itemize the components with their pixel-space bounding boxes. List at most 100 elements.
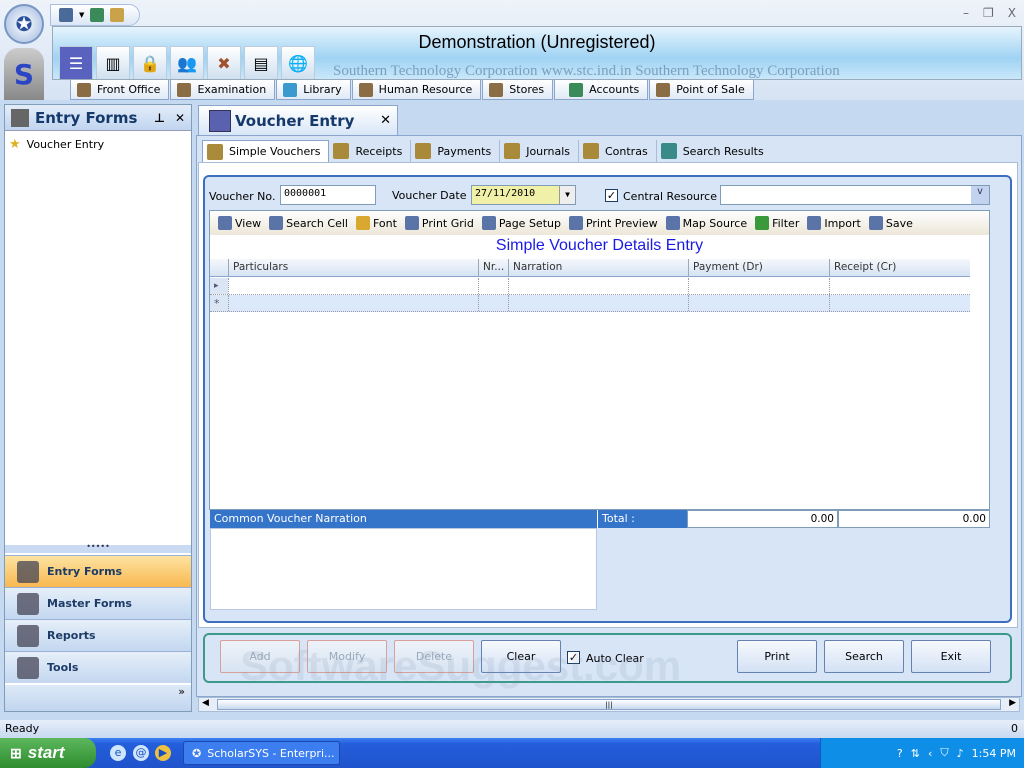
nav-entry-forms[interactable]: Entry Forms: [5, 555, 191, 587]
tab-contras[interactable]: Contras: [579, 140, 657, 162]
central-resource-select[interactable]: v: [720, 185, 990, 205]
internet-explorer-icon[interactable]: e: [110, 745, 126, 761]
tab-human-resource[interactable]: Human Resource: [351, 80, 482, 100]
auto-clear-checkbox[interactable]: ✓: [567, 651, 580, 664]
dropdown-button[interactable]: v: [971, 186, 989, 204]
column-receipt[interactable]: Receipt (Cr): [829, 259, 970, 276]
exit-button[interactable]: Exit: [911, 640, 991, 673]
picture-icon[interactable]: [90, 8, 105, 22]
view-button[interactable]: View: [218, 216, 261, 230]
documents-icon[interactable]: ▤: [244, 46, 278, 79]
library-icon[interactable]: ▥: [96, 46, 130, 79]
help-icon[interactable]: ?: [897, 747, 903, 760]
map-source-button[interactable]: Map Source: [665, 216, 747, 230]
close-icon[interactable]: ✕: [175, 111, 185, 125]
tab-accounts[interactable]: Accounts: [554, 80, 649, 100]
font-button[interactable]: Font: [355, 216, 397, 230]
page-setup-button[interactable]: Page Setup: [481, 216, 561, 230]
central-resource-checkbox[interactable]: ✓: [605, 189, 618, 202]
modify-button[interactable]: Modify: [307, 640, 387, 673]
tab-search-results[interactable]: Search Results: [657, 140, 772, 162]
form-icon[interactable]: ☰: [59, 46, 93, 79]
scroll-left-icon[interactable]: ◀: [202, 698, 209, 708]
taskbar-item-scholarsys[interactable]: ✪ ScholarSYS - Enterpri...: [183, 741, 340, 765]
grid-toolbar: View Search Cell Font Print Grid Page Se…: [210, 211, 989, 235]
tab-simple-vouchers[interactable]: Simple Vouchers: [202, 140, 330, 162]
tab-front-office[interactable]: Front Office: [70, 80, 170, 100]
column-payment[interactable]: Payment (Dr): [688, 259, 829, 276]
network-icon[interactable]: ⇅: [911, 747, 920, 760]
close-button[interactable]: X: [1008, 6, 1016, 20]
users-icon[interactable]: [110, 8, 125, 22]
tab-examination[interactable]: Examination: [170, 80, 276, 100]
nav-tools[interactable]: Tools: [5, 651, 191, 683]
horizontal-scrollbar[interactable]: ◀ ||| ▶: [198, 697, 1020, 712]
common-narration-textarea[interactable]: [210, 528, 597, 610]
minimize-button[interactable]: –: [963, 6, 969, 20]
pin-icon[interactable]: ⊥: [154, 111, 165, 125]
column-narration[interactable]: Narration: [508, 259, 688, 276]
journals-icon: [504, 143, 521, 159]
total-receipt: 0.00: [838, 510, 990, 528]
user-key-icon[interactable]: 👥: [170, 46, 204, 79]
delete-button[interactable]: Delete: [394, 640, 474, 673]
search-cell-button[interactable]: Search Cell: [269, 216, 348, 230]
panel-title: Entry Forms: [35, 108, 138, 127]
list-item-voucher-entry[interactable]: ★ Voucher Entry: [5, 131, 191, 158]
chevron-down-icon[interactable]: ▼: [79, 11, 84, 19]
nav-reports[interactable]: Reports: [5, 619, 191, 651]
voucher-date-picker[interactable]: 27/11/2010 ▼: [471, 185, 576, 205]
outlook-icon[interactable]: @: [133, 745, 149, 761]
chevron-down-icon[interactable]: ▼: [559, 186, 575, 204]
front-office-icon: [77, 82, 91, 97]
simple-vouchers-icon: [207, 143, 223, 160]
voucher-tabs: Simple Vouchers Receipts Payments Journa…: [202, 140, 772, 162]
scroll-thumb[interactable]: |||: [217, 699, 1001, 710]
doc-tab-voucher-entry[interactable]: Voucher Entry ✕: [198, 105, 398, 135]
print-grid-button[interactable]: Print Grid: [404, 216, 474, 230]
search-button[interactable]: Search: [824, 640, 904, 673]
start-button[interactable]: ⊞ start: [0, 738, 96, 768]
scroll-right-icon[interactable]: ▶: [1009, 698, 1016, 708]
column-nr[interactable]: Nr...: [478, 259, 508, 276]
table-row[interactable]: ▸: [210, 278, 970, 295]
filter-button[interactable]: Filter: [755, 216, 799, 230]
tab-journals[interactable]: Journals: [500, 140, 579, 162]
voucher-no-input[interactable]: 0000001: [280, 185, 376, 205]
nav-master-forms[interactable]: Master Forms: [5, 587, 191, 619]
shield-icon[interactable]: ⛉: [940, 746, 948, 760]
nav-more-button[interactable]: »: [5, 685, 191, 711]
voucher-date-label: Voucher Date: [392, 189, 467, 202]
tab-payments[interactable]: Payments: [411, 140, 501, 162]
print-preview-button[interactable]: Print Preview: [568, 216, 658, 230]
close-tab-button[interactable]: ✕: [380, 113, 391, 128]
common-narration-label: Common Voucher Narration: [210, 510, 597, 528]
print-button[interactable]: Print: [737, 640, 817, 673]
building-icon[interactable]: [59, 8, 73, 22]
import-button[interactable]: Import: [807, 216, 861, 230]
new-row[interactable]: *: [210, 295, 970, 312]
network-icon[interactable]: 🌐: [281, 46, 315, 79]
clear-button[interactable]: Clear: [481, 640, 561, 673]
media-player-icon[interactable]: ▶: [155, 745, 171, 761]
add-button[interactable]: Add: [220, 640, 300, 673]
print-grid-icon: [404, 216, 419, 230]
clock[interactable]: 1:54 PM: [972, 747, 1016, 760]
tab-library[interactable]: Library: [276, 80, 351, 100]
tab-receipts[interactable]: Receipts: [329, 140, 412, 162]
splitter-handle[interactable]: •••••: [5, 543, 191, 553]
total-payment: 0.00: [687, 510, 838, 528]
column-particulars[interactable]: Particulars: [228, 259, 478, 276]
tab-stores[interactable]: Stores: [482, 80, 554, 100]
central-resource-label: Central Resource: [623, 190, 717, 203]
save-button[interactable]: Save: [868, 216, 913, 230]
app-menu-orb[interactable]: ✪: [4, 4, 44, 44]
tray-expand-icon[interactable]: ‹: [928, 747, 932, 760]
library-icon: [283, 82, 298, 97]
restore-button[interactable]: ❐: [983, 6, 994, 20]
cancel-icon[interactable]: ✖: [207, 46, 241, 79]
lock-icon[interactable]: 🔒: [133, 46, 167, 79]
volume-icon[interactable]: ♪: [957, 747, 964, 760]
total-label: Total :: [597, 510, 687, 528]
tab-point-of-sale[interactable]: Point of Sale: [649, 80, 754, 100]
